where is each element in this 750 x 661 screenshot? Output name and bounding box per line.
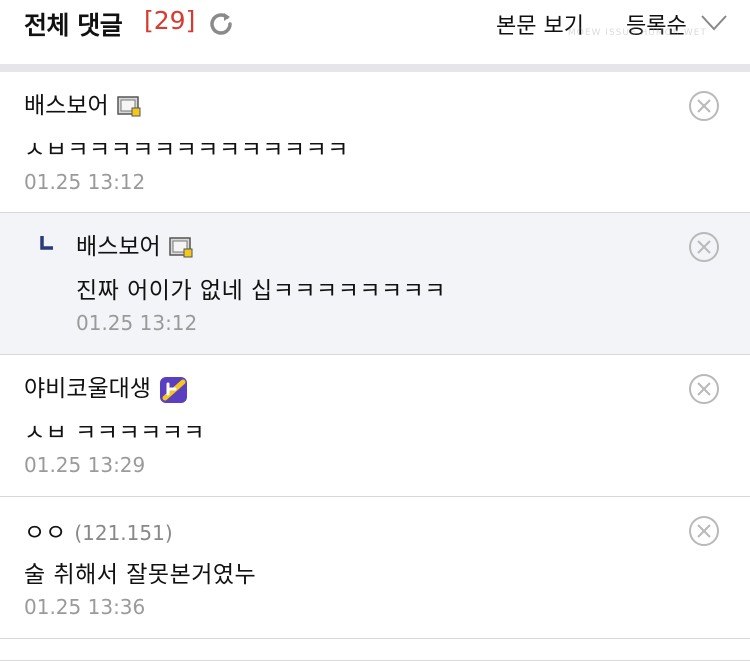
comment-nickname[interactable]: 배스보어: [76, 234, 161, 260]
comment-item: ㅇㅇ (121.151) 술 취해서 잘못본거였누 01.25 13:36: [0, 497, 750, 639]
delete-icon[interactable]: [688, 373, 720, 405]
comments-title: 전체 댓글: [24, 11, 123, 40]
comment-nickname[interactable]: ㅇㅇ: [24, 520, 66, 546]
comment-nickname-row: 배스보어: [24, 86, 143, 120]
comment-text: ㅅㅂㅋㅋㅋㅋㅋㅋㅋㅋㅋㅋㅋㅋㅋ: [24, 137, 349, 163]
member-icon: [116, 95, 141, 116]
watermark: MOEW ISSUE HUMOR WET: [568, 28, 707, 38]
comment-nickname-row: 야비코울대생: [24, 369, 189, 404]
reply-arrow-icon: [40, 236, 53, 250]
comment-text: ㅅㅂ ㅋㅋㅋㅋㅋㅋ: [24, 420, 206, 446]
comments-header: 전체 댓글 [29] 본문 보기 등록순 MOEW ISSUE HUMOR WE…: [0, 0, 750, 64]
comment-text: 술 취해서 잘못본거였누: [24, 562, 257, 588]
app-badge-icon: [159, 376, 187, 403]
header-divider: [0, 64, 750, 72]
comment-count: [29]: [144, 6, 196, 35]
comment-item: 야비코울대생 ㅅㅂ ㅋㅋㅋㅋㅋㅋ 01.25 13:29: [0, 355, 750, 497]
comment-nickname-row: 배스보어: [76, 227, 195, 261]
comment-nickname[interactable]: 배스보어: [24, 93, 109, 119]
comment-text: 진짜 어이가 없네 십ㅋㅋㅋㅋㅋㅋㅋㅋ: [76, 278, 446, 304]
member-icon: [168, 236, 193, 257]
delete-icon[interactable]: [688, 231, 720, 263]
delete-icon[interactable]: [688, 515, 720, 547]
comment-nickname[interactable]: 야비코울대생: [24, 376, 151, 402]
comment-nickname-row: ㅇㅇ (121.151): [24, 513, 173, 547]
comment-date: 01.25 13:12: [24, 170, 146, 194]
refresh-icon[interactable]: [206, 9, 236, 39]
comment-ip: (121.151): [74, 521, 173, 545]
comment-item: 배스보어 ㅅㅂㅋㅋㅋㅋㅋㅋㅋㅋㅋㅋㅋㅋㅋ 01.25 13:12: [0, 72, 750, 213]
comment-date: 01.25 13:36: [24, 595, 146, 619]
comment-date: 01.25 13:12: [76, 311, 198, 335]
comment-item-partial: [0, 639, 750, 661]
reply-item: 배스보어 진짜 어이가 없네 십ㅋㅋㅋㅋㅋㅋㅋㅋ 01.25 13:12: [0, 213, 750, 355]
comment-date: 01.25 13:29: [24, 453, 146, 477]
delete-icon[interactable]: [688, 90, 720, 122]
